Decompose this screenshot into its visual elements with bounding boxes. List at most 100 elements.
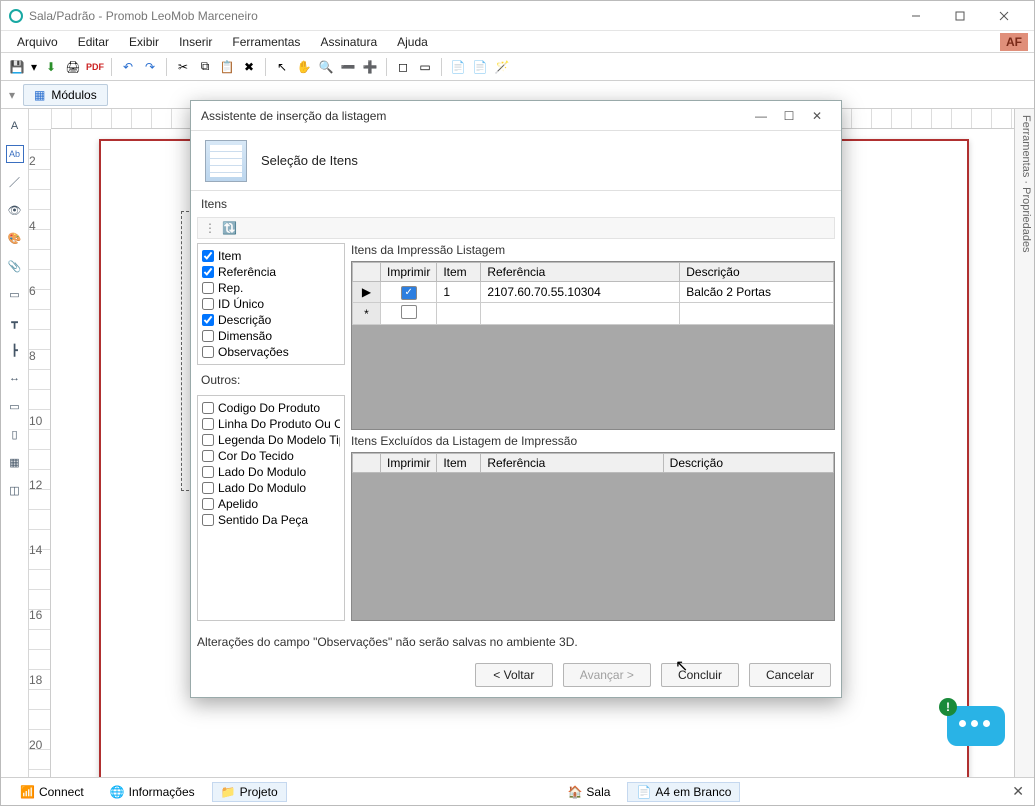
print-icon[interactable]: 🖨	[63, 57, 83, 77]
redo-icon[interactable]: ↷	[140, 57, 160, 77]
menu-arquivo[interactable]: Arquivo	[7, 33, 68, 51]
checklist-row[interactable]: Linha Do Produto Ou Cod	[202, 416, 340, 432]
tab-project[interactable]: 📁Projeto	[212, 782, 287, 802]
checklist-row[interactable]: Item	[202, 248, 340, 264]
checkbox[interactable]	[202, 482, 214, 494]
zoom-out-icon[interactable]: ➖	[338, 57, 358, 77]
zoom-in-icon[interactable]: ➕	[360, 57, 380, 77]
pal-shape-icon[interactable]: ▭	[6, 285, 24, 303]
wizard-close-icon[interactable]: ✕	[803, 109, 831, 123]
checklist-row[interactable]: Referência	[202, 264, 340, 280]
right-panel-label[interactable]: Ferramentas · Propriedades	[1014, 109, 1034, 777]
zoom-window-icon[interactable]: 🔍	[316, 57, 336, 77]
menu-editar[interactable]: Editar	[68, 33, 119, 51]
af-badge[interactable]: AF	[1000, 33, 1028, 51]
cut-icon[interactable]: ✂	[173, 57, 193, 77]
checklist-row[interactable]: Rep.	[202, 280, 340, 296]
save-dropdown-icon[interactable]: ▾	[29, 57, 39, 77]
checkbox[interactable]	[202, 282, 214, 294]
pointer-icon[interactable]: ↖	[272, 57, 292, 77]
checkbox[interactable]	[202, 298, 214, 310]
menu-ajuda[interactable]: Ajuda	[387, 33, 438, 51]
pal-line-icon[interactable]: ／	[6, 173, 24, 191]
checkbox[interactable]	[202, 514, 214, 526]
checklist-row[interactable]: Dimensão	[202, 328, 340, 344]
refresh-icon[interactable]: 🔃	[222, 221, 237, 235]
undo-icon[interactable]: ↶	[118, 57, 138, 77]
pal-ab-icon[interactable]: Ab	[6, 145, 24, 163]
tab-connect[interactable]: 📶Connect	[11, 782, 93, 802]
hand-icon[interactable]: ✋	[294, 57, 314, 77]
wizard-icon[interactable]: 🪄	[492, 57, 512, 77]
pal-rect2-icon[interactable]: ▯	[6, 425, 24, 443]
menu-inserir[interactable]: Inserir	[169, 33, 222, 51]
delete-icon[interactable]: ✖	[239, 57, 259, 77]
checkbox[interactable]	[202, 466, 214, 478]
pal-dim-icon[interactable]: ↔	[6, 369, 24, 387]
crop1-icon[interactable]: ◻	[393, 57, 413, 77]
table-row[interactable]: ▶✓12107.60.70.55.10304Balcão 2 Portas	[353, 282, 834, 303]
menu-assinatura[interactable]: Assinatura	[310, 33, 387, 51]
left-palette: A Ab ／ 👁 🎨 📎 ▭ ┳ ┣ ↔ ▭ ▯ ▦ ◫	[1, 109, 29, 777]
checkbox[interactable]	[202, 450, 214, 462]
pdf-icon[interactable]: PDF	[85, 57, 105, 77]
menu-exibir[interactable]: Exibir	[119, 33, 169, 51]
wizard-maximize-icon[interactable]: ☐	[775, 109, 803, 123]
checklist-row[interactable]: Lado Do Modulo	[202, 464, 340, 480]
page1-icon[interactable]: 📄	[448, 57, 468, 77]
minimize-button[interactable]	[894, 2, 938, 30]
export-icon[interactable]: ⬇	[41, 57, 61, 77]
checklist-row[interactable]: Codigo Do Produto	[202, 400, 340, 416]
checkbox[interactable]	[202, 250, 214, 262]
maximize-button[interactable]	[938, 2, 982, 30]
excluded-table[interactable]: Imprimir Item Referência Descrição	[352, 453, 834, 473]
checkbox[interactable]	[202, 418, 214, 430]
pal-text-icon[interactable]: A	[6, 117, 24, 135]
back-button[interactable]: < Voltar	[475, 663, 553, 687]
checkbox[interactable]	[202, 498, 214, 510]
pal-grid-icon[interactable]: ▦	[6, 453, 24, 471]
crop2-icon[interactable]: ▭	[415, 57, 435, 77]
pal-align-l-icon[interactable]: ┣	[6, 341, 24, 359]
tab-info[interactable]: 🌐Informações	[101, 782, 204, 802]
checklist-row[interactable]: Lado Do Modulo	[202, 480, 340, 496]
strip-dropdown-icon[interactable]: ▾	[7, 88, 17, 102]
pal-eye-icon[interactable]: 👁	[6, 201, 24, 219]
checklist-row[interactable]: Legenda Do Modelo Tipo	[202, 432, 340, 448]
checklist-row[interactable]: Observações	[202, 344, 340, 360]
checklist-row[interactable]: ID Único	[202, 296, 340, 312]
chat-bubble[interactable]: !	[947, 706, 1005, 746]
wizard-minimize-icon[interactable]: —	[747, 109, 775, 123]
included-table[interactable]: Imprimir Item Referência Descrição ▶✓121…	[352, 262, 834, 325]
pal-rect-icon[interactable]: ▭	[6, 397, 24, 415]
checkbox[interactable]	[202, 346, 214, 358]
pal-align-t-icon[interactable]: ┳	[6, 313, 24, 331]
checkbox[interactable]	[202, 330, 214, 342]
cancel-button[interactable]: Cancelar	[749, 663, 831, 687]
modules-button[interactable]: ▦ Módulos	[23, 84, 108, 106]
checklist-row[interactable]: Cor Do Tecido	[202, 448, 340, 464]
checklist-row[interactable]: Sentido Da Peça	[202, 512, 340, 528]
paste-icon[interactable]: 📋	[217, 57, 237, 77]
checkbox[interactable]	[202, 402, 214, 414]
menu-ferramentas[interactable]: Ferramentas	[222, 33, 310, 51]
checklist-row[interactable]: Apelido	[202, 496, 340, 512]
status-close-icon[interactable]: ✕	[1012, 783, 1024, 800]
pal-clip-icon[interactable]: 📎	[6, 257, 24, 275]
pal-snap-icon[interactable]: ◫	[6, 481, 24, 499]
tab-a4[interactable]: 📄A4 em Branco	[627, 782, 740, 802]
pal-color-icon[interactable]: 🎨	[6, 229, 24, 247]
save-icon[interactable]: 💾	[7, 57, 27, 77]
print-checkbox[interactable]	[401, 305, 417, 319]
checkbox[interactable]	[202, 434, 214, 446]
checklist-row[interactable]: Descrição	[202, 312, 340, 328]
checkbox[interactable]	[202, 314, 214, 326]
checkbox[interactable]	[202, 266, 214, 278]
tab-sala[interactable]: 🏠Sala	[558, 782, 619, 802]
print-checkbox[interactable]: ✓	[401, 286, 417, 300]
copy-icon[interactable]: ⧉	[195, 57, 215, 77]
finish-button[interactable]: Concluir	[661, 663, 739, 687]
close-button[interactable]	[982, 2, 1026, 30]
page2-icon[interactable]: 📄	[470, 57, 490, 77]
table-row[interactable]: *	[353, 303, 834, 325]
